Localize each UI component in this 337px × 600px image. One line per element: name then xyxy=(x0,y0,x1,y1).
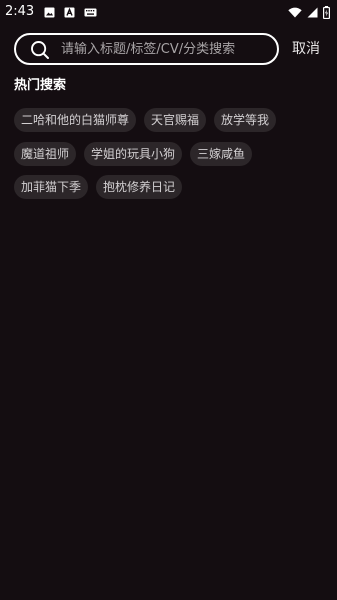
hot-search-title: 热门搜索 xyxy=(14,78,67,93)
status-notification-icons xyxy=(44,6,106,18)
hot-search-tag[interactable]: 天官赐福 xyxy=(144,108,207,132)
hot-search-row-2: 魔道祖师 学姐的玩具小狗 三嫁咸鱼 xyxy=(14,142,260,166)
app-a-icon xyxy=(64,7,75,17)
search-box[interactable] xyxy=(14,33,279,65)
status-system-icons xyxy=(283,5,330,19)
battery-icon xyxy=(323,5,330,19)
hot-search-row-3: 加菲猫下季 抱枕修养日记 xyxy=(14,175,190,199)
search-icon xyxy=(31,41,49,59)
status-bar: 2:43 xyxy=(0,0,337,24)
search-bar: 取消 xyxy=(14,33,330,65)
hot-search-tag[interactable]: 魔道祖师 xyxy=(14,142,77,166)
search-input[interactable] xyxy=(61,38,269,60)
keyboard-icon xyxy=(84,8,97,16)
hot-search-tag[interactable]: 二哈和他的白猫师尊 xyxy=(14,108,137,132)
hot-search-tag[interactable]: 加菲猫下季 xyxy=(14,175,89,199)
hot-search-row-1: 二哈和他的白猫师尊 天官赐福 放学等我 xyxy=(14,108,284,132)
image-icon xyxy=(44,7,55,17)
signal-icon xyxy=(307,7,318,17)
cancel-button[interactable]: 取消 xyxy=(292,40,320,58)
hot-search-tag[interactable]: 三嫁咸鱼 xyxy=(190,142,253,166)
hot-search-tag[interactable]: 学姐的玩具小狗 xyxy=(84,142,183,166)
hot-search-tag[interactable]: 抱枕修养日记 xyxy=(96,175,183,199)
status-time: 2:43 xyxy=(5,4,35,19)
hot-search-tag[interactable]: 放学等我 xyxy=(214,108,277,132)
wifi-icon xyxy=(288,7,302,17)
